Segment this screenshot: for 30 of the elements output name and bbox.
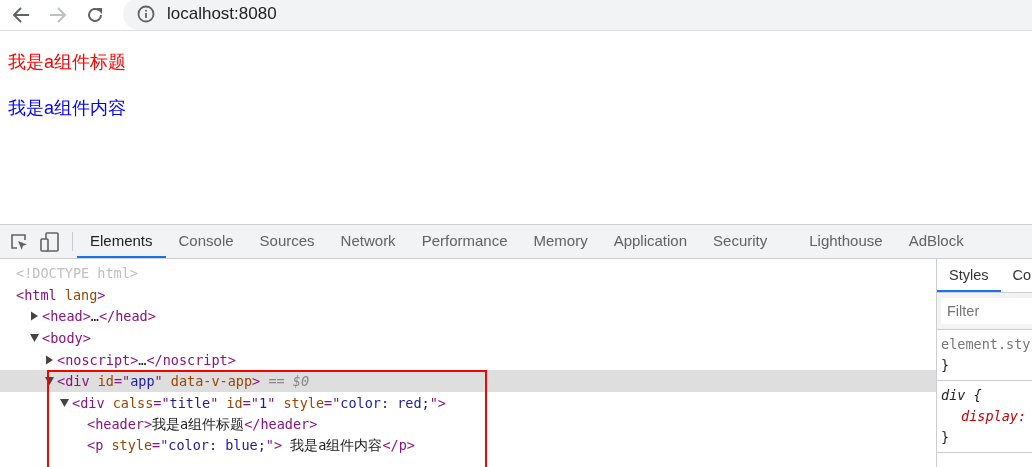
panel-tab[interactable]: Security (700, 225, 781, 258)
closing-brace: } (941, 356, 951, 375)
panel-tab[interactable]: Performance (408, 225, 521, 258)
css-selector: element.sty (941, 335, 1032, 354)
panel-tab[interactable]: Lighthouse (796, 225, 896, 258)
filter-field[interactable]: Filter (941, 298, 1032, 324)
code-line[interactable]: <div id="app" data-v-app> == $0 (57, 373, 310, 390)
code-line[interactable]: <noscript>…</noscript> (57, 351, 236, 368)
page-paragraph: 我是a组件内容 (8, 97, 127, 119)
sidebar-tab[interactable]: Co (1000, 259, 1032, 292)
code-line[interactable]: <p style="color: blue;"> 我是a组件内容</p> (87, 437, 415, 456)
panel-tab[interactable]: Network (327, 225, 409, 258)
url-text: localhost:8080 (167, 4, 277, 24)
css-property: display: (960, 407, 1028, 426)
panel-tab[interactable]: Elements (77, 225, 166, 258)
code-line[interactable]: <html lang> (16, 286, 106, 303)
code-line[interactable]: <head>…</head> (42, 308, 156, 325)
panel-tab[interactable]: AdBlock (895, 225, 977, 258)
address-bar[interactable]: localhost:8080 (123, 0, 1032, 30)
page-heading: 我是a组件标题 (8, 51, 127, 73)
code-line[interactable]: <header>我是a组件标题</header> (87, 415, 318, 434)
panel-tab[interactable]: Sources (246, 225, 328, 258)
panel-tab[interactable]: Memory (520, 225, 601, 258)
selected-row-highlight[interactable]: <div id="app" data-v-app> == $0 (0, 370, 936, 393)
panel-tab[interactable]: Console (165, 225, 247, 258)
css-selector: div { (941, 386, 983, 405)
code-line[interactable]: <div calss="title" id="1" style="color: red;"> (72, 394, 446, 411)
code-line[interactable]: <body> (42, 329, 91, 346)
closing-brace: } (941, 428, 951, 447)
panel-tab[interactable]: Application (600, 225, 701, 258)
